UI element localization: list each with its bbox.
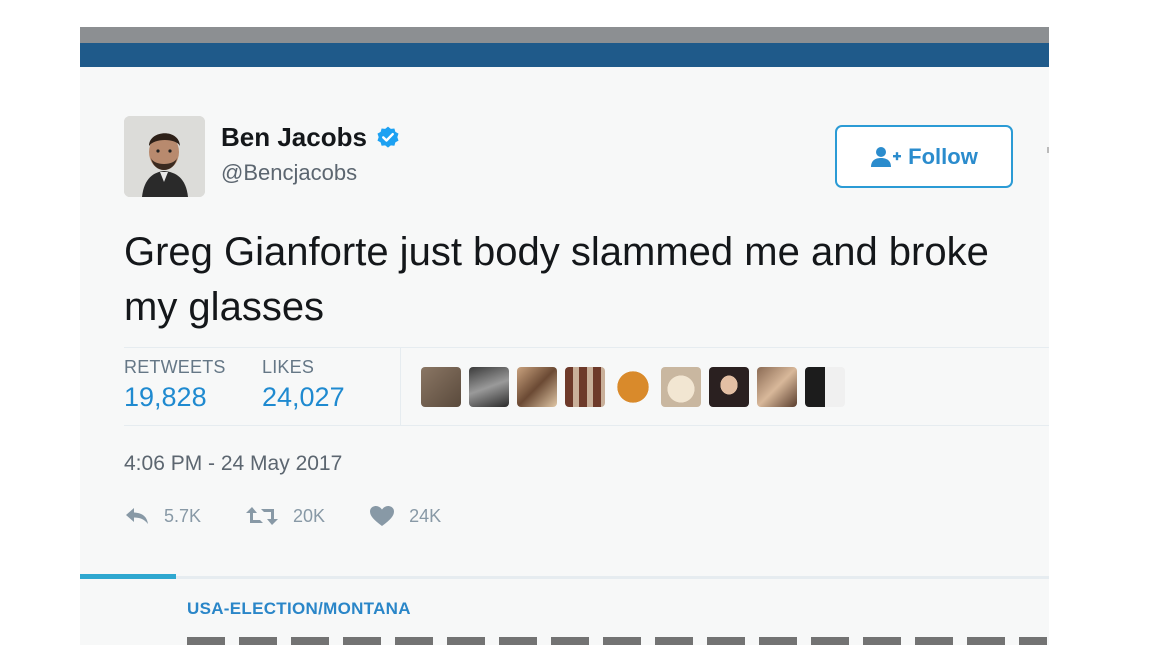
liker-avatar[interactable]	[757, 367, 797, 407]
liker-avatar[interactable]	[421, 367, 461, 407]
liker-avatar[interactable]	[661, 367, 701, 407]
avatar[interactable]	[124, 116, 205, 197]
author-name[interactable]: Ben Jacobs	[221, 122, 367, 153]
top-blue-bar	[80, 43, 1049, 67]
top-grey-bar	[80, 27, 1049, 43]
heart-icon	[370, 506, 395, 526]
like-button[interactable]: 24K	[369, 505, 441, 527]
likes-label: LIKES	[262, 357, 315, 377]
reply-button[interactable]: 5.7K	[124, 506, 201, 527]
retweet-icon	[246, 507, 279, 525]
retweet-button[interactable]: 20K	[245, 506, 325, 527]
article-category[interactable]: USA-ELECTION/MONTANA	[187, 599, 411, 619]
likes-value: 24,027	[262, 382, 345, 412]
add-user-icon	[871, 146, 902, 167]
follow-button[interactable]: Follow	[835, 125, 1013, 188]
liker-avatar[interactable]	[565, 367, 605, 407]
likes-stat[interactable]: LIKES 24,027	[262, 357, 345, 413]
author-handle[interactable]: @Bencjacobs	[221, 160, 357, 186]
tweet-text: Greg Gianforte just body slammed me and …	[124, 230, 989, 329]
retweets-label: RETWEETS	[124, 357, 226, 377]
liker-avatars	[421, 367, 853, 407]
section-divider-accent	[80, 574, 176, 579]
stats-divider-top	[124, 347, 1049, 348]
tweet-timestamp[interactable]: 4:06 PM - 24 May 2017	[124, 452, 342, 476]
cropped-headline	[187, 637, 1047, 645]
liker-avatar[interactable]	[709, 367, 749, 407]
liker-avatar[interactable]	[613, 367, 653, 407]
reply-icon	[126, 508, 148, 524]
stray-mark	[1047, 147, 1049, 153]
liker-avatar[interactable]	[469, 367, 509, 407]
stats-divider-vertical	[400, 348, 401, 425]
follow-button-label: Follow	[908, 143, 978, 169]
section-divider	[80, 576, 1049, 579]
author-name-row: Ben Jacobs	[221, 122, 401, 153]
liker-avatar[interactable]	[805, 367, 845, 407]
retweet-count: 20K	[293, 505, 326, 526]
retweets-value: 19,828	[124, 382, 207, 412]
verified-badge-icon	[377, 126, 399, 148]
reply-count: 5.7K	[164, 505, 202, 526]
liker-avatar[interactable]	[517, 367, 557, 407]
retweets-stat[interactable]: RETWEETS 19,828	[124, 357, 226, 413]
tweet-screenshot-frame: Ben Jacobs @Bencjacobs Follow Greg Gianf…	[80, 27, 1049, 645]
stats-divider-bottom	[124, 425, 1049, 426]
like-count: 24K	[409, 505, 442, 526]
tweet-actions: 5.7K 20K 24K	[124, 505, 485, 527]
